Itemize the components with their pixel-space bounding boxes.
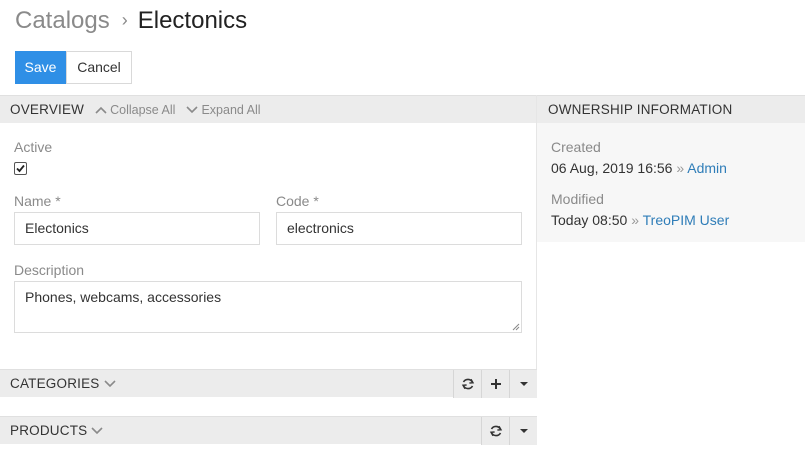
modified-value: Today 08:50 » TreoPIM User [551, 212, 729, 228]
ownership-panel-header: OWNERSHIP INFORMATION [537, 95, 805, 123]
overview-panel-header: OVERVIEW Collapse All Expand All [0, 95, 536, 123]
resize-handle-icon[interactable] [512, 323, 520, 331]
caret-down-icon [519, 429, 528, 433]
categories-add-button[interactable] [481, 370, 509, 398]
created-date: 06 Aug, 2019 16:56 [551, 160, 673, 176]
products-panel-header[interactable]: PRODUCTS [0, 416, 537, 445]
created-value: 06 Aug, 2019 16:56 » Admin [551, 160, 727, 176]
ownership-panel: OWNERSHIP INFORMATION Created 06 Aug, 20… [537, 95, 805, 242]
refresh-icon [489, 425, 502, 437]
description-label: Description [14, 262, 85, 278]
products-panel: PRODUCTS [0, 416, 537, 459]
products-refresh-button[interactable] [481, 417, 509, 445]
products-more-button[interactable] [509, 417, 537, 445]
modified-label: Modified [551, 191, 604, 207]
page-title: Electonics [137, 7, 248, 34]
collapse-all-button[interactable]: Collapse All [95, 103, 175, 117]
chevron-up-icon [95, 106, 107, 114]
code-field[interactable]: electronics [276, 212, 522, 245]
products-actions [481, 417, 537, 445]
overview-title: OVERVIEW [10, 102, 85, 117]
chevron-down-icon [103, 379, 116, 387]
chevron-down-icon [186, 105, 199, 113]
categories-refresh-button[interactable] [453, 370, 481, 398]
refresh-icon [461, 378, 474, 390]
breadcrumb-separator: › [121, 10, 128, 30]
categories-title: CATEGORIES [10, 376, 100, 391]
categories-actions [453, 370, 537, 398]
name-field[interactable]: Electonics [14, 212, 260, 245]
active-checkbox[interactable] [14, 162, 27, 175]
modified-date: Today 08:50 [551, 212, 628, 228]
created-separator: » [676, 160, 685, 176]
check-icon [16, 164, 25, 173]
products-title: PRODUCTS [10, 423, 88, 438]
caret-down-icon [519, 382, 528, 386]
products-panel-body [0, 444, 537, 459]
categories-more-button[interactable] [509, 370, 537, 398]
categories-panel-header[interactable]: CATEGORIES [0, 369, 537, 398]
save-button[interactable]: Save [15, 51, 66, 84]
code-label: Code * [276, 193, 319, 209]
ownership-title: OWNERSHIP INFORMATION [548, 102, 733, 117]
modified-by-link[interactable]: TreoPIM User [643, 212, 730, 228]
expand-all-label: Expand All [201, 102, 261, 117]
breadcrumb: Catalogs › Electonics [15, 6, 247, 37]
name-label: Name * [14, 193, 61, 209]
modified-separator: » [631, 212, 639, 228]
collapse-all-label: Collapse All [110, 102, 176, 117]
chevron-down-icon [91, 426, 103, 434]
plus-icon [490, 379, 501, 389]
breadcrumb-catalogs-link[interactable]: Catalogs [15, 7, 110, 34]
categories-panel-body [0, 397, 537, 416]
created-label: Created [551, 139, 601, 155]
cancel-button[interactable]: Cancel [66, 51, 132, 84]
active-label: Active [14, 139, 53, 155]
categories-panel: CATEGORIES [0, 369, 537, 416]
created-by-link[interactable]: Admin [687, 160, 727, 176]
description-field[interactable]: Phones, webcams, accessories [14, 281, 522, 333]
expand-all-button[interactable]: Expand All [186, 102, 261, 117]
